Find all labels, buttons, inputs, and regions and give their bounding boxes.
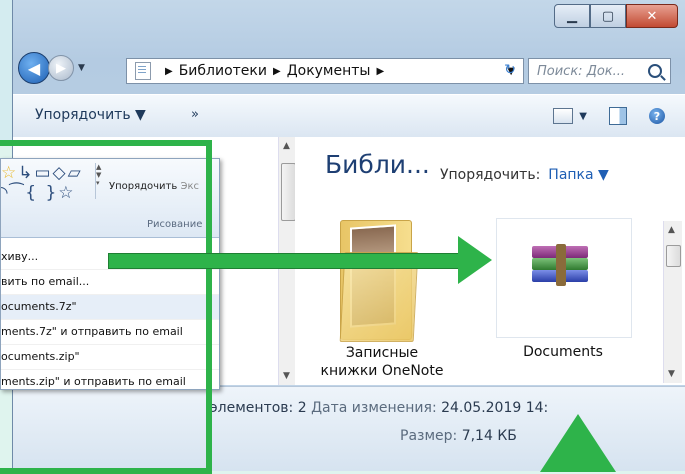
search-icon[interactable]: [648, 64, 662, 78]
navigation-buttons: ◀ ▶ ▼: [18, 52, 85, 84]
status-line-2: Размер: 7,14 КБ: [400, 428, 517, 444]
chevron-right-icon[interactable]: ▶: [273, 66, 281, 77]
date-label: Дата изменения:: [311, 400, 437, 416]
size-label: Размер:: [400, 428, 458, 444]
arrange-by: Упорядочить: Папка ▼: [440, 167, 609, 183]
recent-pages-dropdown[interactable]: ▼: [78, 63, 85, 73]
file-label-documents[interactable]: Documents: [496, 344, 630, 360]
caption-buttons: ▁ ▢ ✕: [554, 4, 678, 28]
refresh-button[interactable]: ↻: [496, 58, 524, 82]
annotation-arrow-head: [458, 236, 492, 284]
search-placeholder: Поиск: Док...: [537, 63, 626, 79]
scroll-down-icon[interactable]: ▼: [283, 371, 290, 381]
preview-pane-icon[interactable]: [609, 107, 627, 125]
item-count: элементов: 2: [210, 400, 307, 416]
command-bar: Упорядочить ▼ » ▼ ?: [13, 94, 685, 138]
chevron-right-icon[interactable]: ▶: [376, 66, 384, 77]
close-button[interactable]: ✕: [626, 4, 678, 28]
change-view-icon[interactable]: [553, 108, 574, 124]
breadcrumb-documents[interactable]: Документы: [287, 63, 371, 79]
folder-icon[interactable]: [339, 212, 419, 342]
annotation-highlight-box: [0, 140, 212, 474]
arrange-label: Упорядочить:: [440, 167, 541, 183]
annotation-arrow-shaft: [108, 253, 462, 269]
chevron-right-icon[interactable]: ▶: [165, 66, 173, 77]
arrange-value-dropdown[interactable]: Папка ▼: [548, 167, 609, 183]
maximize-button[interactable]: ▢: [590, 4, 626, 28]
refresh-icon: ↻: [504, 62, 516, 78]
arrow-left-icon: ◀: [27, 58, 41, 78]
forward-button[interactable]: ▶: [48, 55, 74, 81]
winrar-archive-icon[interactable]: [532, 244, 590, 292]
view-controls: ▼ ?: [553, 107, 665, 125]
date-value: 24.05.2019 14:: [441, 400, 549, 416]
minimize-button[interactable]: ▁: [554, 4, 590, 28]
scroll-down-icon[interactable]: ▼: [668, 369, 675, 379]
library-icon: [135, 62, 151, 80]
scroll-up-icon[interactable]: ▲: [668, 225, 675, 235]
library-title: Библи...: [325, 150, 430, 179]
file-label-onenote[interactable]: Записные книжки OneNote: [318, 344, 446, 380]
more-commands-button[interactable]: »: [191, 107, 199, 122]
search-input[interactable]: Поиск: Док...: [528, 58, 671, 84]
scrollbar-thumb[interactable]: [666, 245, 681, 267]
view-dropdown-icon[interactable]: ▼: [579, 111, 587, 122]
breadcrumb-libraries[interactable]: Библиотеки: [179, 63, 267, 79]
organize-button[interactable]: Упорядочить ▼: [35, 107, 146, 123]
scroll-up-icon[interactable]: ▲: [283, 141, 290, 151]
annotation-up-arrow: [540, 414, 616, 472]
help-icon[interactable]: ?: [649, 108, 665, 124]
back-button[interactable]: ◀: [18, 52, 50, 84]
size-value: 7,14 КБ: [461, 428, 517, 444]
arrow-right-icon: ▶: [56, 60, 66, 76]
scrollbar-thumb[interactable]: [281, 163, 296, 221]
address-bar[interactable]: ▶ Библиотеки ▶ Документы ▶ ▼: [126, 58, 524, 84]
status-line-1: элементов: 2 Дата изменения: 24.05.2019 …: [210, 400, 548, 416]
file-view-scrollbar[interactable]: ▲ ▼: [663, 221, 682, 383]
